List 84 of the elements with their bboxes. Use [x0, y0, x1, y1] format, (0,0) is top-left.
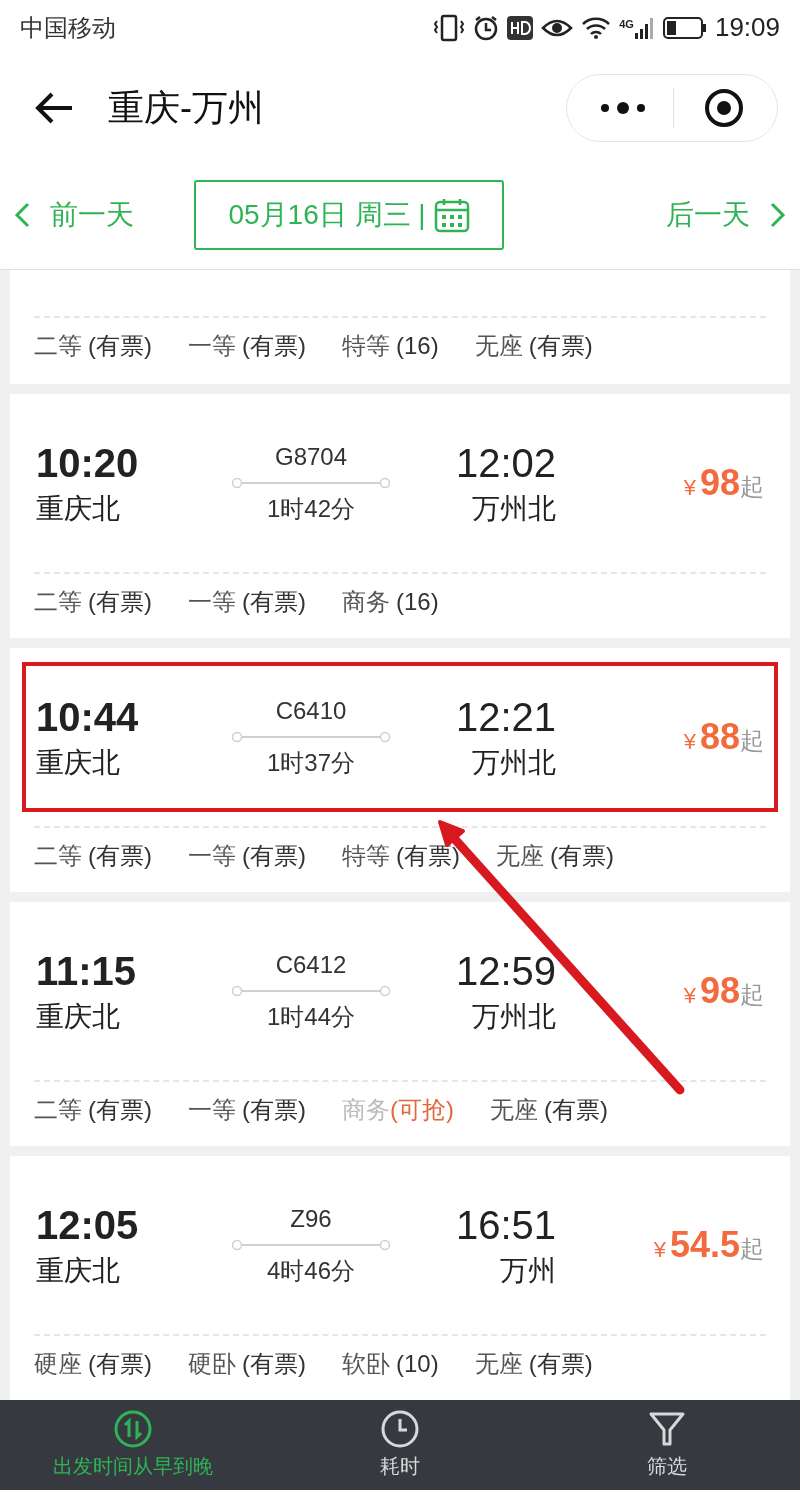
chevron-right-icon: [770, 201, 786, 228]
price-suffix: 起: [740, 726, 764, 756]
price-suffix: 起: [740, 1234, 764, 1264]
seat-availability: 二等 (有票): [34, 1095, 152, 1125]
departure-time: 12:05: [36, 1202, 140, 1249]
seat-availability: 一等 (有票): [188, 841, 306, 871]
alarm-icon: [473, 14, 500, 41]
route-line-icon: [231, 477, 391, 489]
travel-duration: 1时42分: [266, 494, 355, 524]
arrival-time: 12:21: [455, 694, 556, 741]
wifi-icon: [581, 15, 612, 40]
ticket-price: 54.5: [669, 1223, 740, 1267]
sort-tab[interactable]: 出发时间从早到晚: [0, 1400, 267, 1490]
arrival-station: 万州: [500, 1254, 556, 1288]
departure-time: 10:20: [36, 440, 140, 487]
departure-time: 10:44: [36, 694, 140, 741]
seat-availability: 商务(可抢): [341, 1095, 454, 1125]
travel-duration: 1时37分: [266, 748, 355, 778]
departure-time: 11:15: [36, 948, 138, 995]
price-suffix: 起: [740, 472, 764, 502]
train-card[interactable]: 10:20 重庆北 G8704 1时42分 12:02 万州北 ¥98起 二等 (有票) 一等 (有票) 商务 (16): [10, 394, 790, 638]
travel-duration: 4时46分: [266, 1256, 355, 1286]
seat-availability: 特等 (有票): [341, 841, 460, 871]
clock-icon: [380, 1409, 420, 1449]
chevron-left-icon: [14, 201, 30, 228]
seat-availability: 无座 (有票): [474, 1349, 593, 1379]
seat-availability: 一等 (有票): [188, 1095, 306, 1125]
arrival-station: 万州北: [472, 492, 556, 526]
currency-symbol: ¥: [683, 728, 696, 756]
seat-availability: 硬座 (有票): [34, 1349, 152, 1379]
seat-availability: 无座 (有票): [489, 1095, 608, 1125]
sort-icon: [113, 1409, 154, 1449]
departure-station: 重庆北: [36, 492, 121, 526]
page-title: 重庆-万州: [108, 85, 264, 130]
departure-station: 重庆北: [36, 746, 121, 780]
ticket-price: 98: [699, 969, 740, 1013]
carrier-name: 中国移动: [20, 12, 116, 43]
seat-availability: 二等 (有票): [34, 841, 152, 871]
train-number: C6412: [275, 950, 347, 980]
clock-time: 19:09: [714, 11, 780, 44]
currency-symbol: ¥: [683, 982, 696, 1010]
route-line-icon: [231, 985, 391, 997]
route-line-icon: [231, 1239, 391, 1251]
vibrate-icon: [433, 13, 466, 42]
calendar-icon: [433, 196, 470, 233]
arrival-time: 12:59: [455, 948, 556, 995]
arrival-station: 万州北: [472, 1000, 556, 1034]
train-card[interactable]: 10:44 重庆北 C6410 1时37分 12:21 万州北 ¥88起 二等 (有票) 一等 (有票) 特等 (有票) 无座 (有票): [10, 648, 790, 892]
seat-availability: 一等 (有票): [188, 331, 306, 361]
currency-symbol: ¥: [683, 474, 696, 502]
sort-tab[interactable]: 筛选: [533, 1400, 800, 1490]
price-suffix: 起: [740, 980, 764, 1010]
arrival-time: 16:51: [455, 1202, 556, 1249]
seat-availability: 无座 (有票): [495, 841, 614, 871]
back-arrow-icon[interactable]: [34, 90, 74, 125]
departure-station: 重庆北: [36, 1000, 121, 1034]
seat-availability: 硬卧 (有票): [188, 1349, 306, 1379]
signal-icon: [634, 15, 655, 40]
ticket-price: 88: [699, 715, 740, 759]
battery-icon: [662, 15, 707, 40]
seat-availability: 软卧 (10): [341, 1349, 439, 1379]
currency-symbol: ¥: [653, 1236, 666, 1264]
network-type: 4G: [619, 16, 634, 32]
train-number: G8704: [274, 442, 348, 472]
seat-availability: 无座 (有票): [474, 331, 593, 361]
seat-availability: 一等 (有票): [188, 587, 306, 617]
sort-tab[interactable]: 耗时: [266, 1400, 534, 1490]
seat-availability: 特等 (16): [341, 331, 439, 361]
train-card[interactable]: 11:15 重庆北 C6412 1时44分 12:59 万州北 ¥98起 二等 (有票) 一等 (有票) 商务(可抢) 无座 (有票): [10, 902, 790, 1146]
route-line-icon: [231, 731, 391, 743]
travel-duration: 1时44分: [266, 1002, 355, 1032]
arrival-station: 万州北: [472, 746, 556, 780]
train-card[interactable]: 二等 (有票) 一等 (有票) 特等 (16) 无座 (有票): [10, 270, 790, 384]
target-icon[interactable]: [704, 87, 744, 128]
arrival-time: 12:02: [455, 440, 556, 487]
ticket-price: 98: [699, 461, 740, 505]
seat-availability: 二等 (有票): [34, 331, 152, 361]
train-number: C6410: [275, 696, 347, 726]
hd-icon: [507, 15, 534, 40]
departure-station: 重庆北: [36, 1254, 121, 1288]
train-card[interactable]: 12:05 重庆北 Z96 4时46分 16:51 万州 ¥54.5起 硬座 (有票) 硬卧 (有票) 软卧 (10) 无座 (有票): [10, 1156, 790, 1400]
train-number: Z96: [290, 1204, 332, 1234]
seat-availability: 商务 (16): [341, 587, 439, 617]
seat-availability: 二等 (有票): [34, 587, 152, 617]
